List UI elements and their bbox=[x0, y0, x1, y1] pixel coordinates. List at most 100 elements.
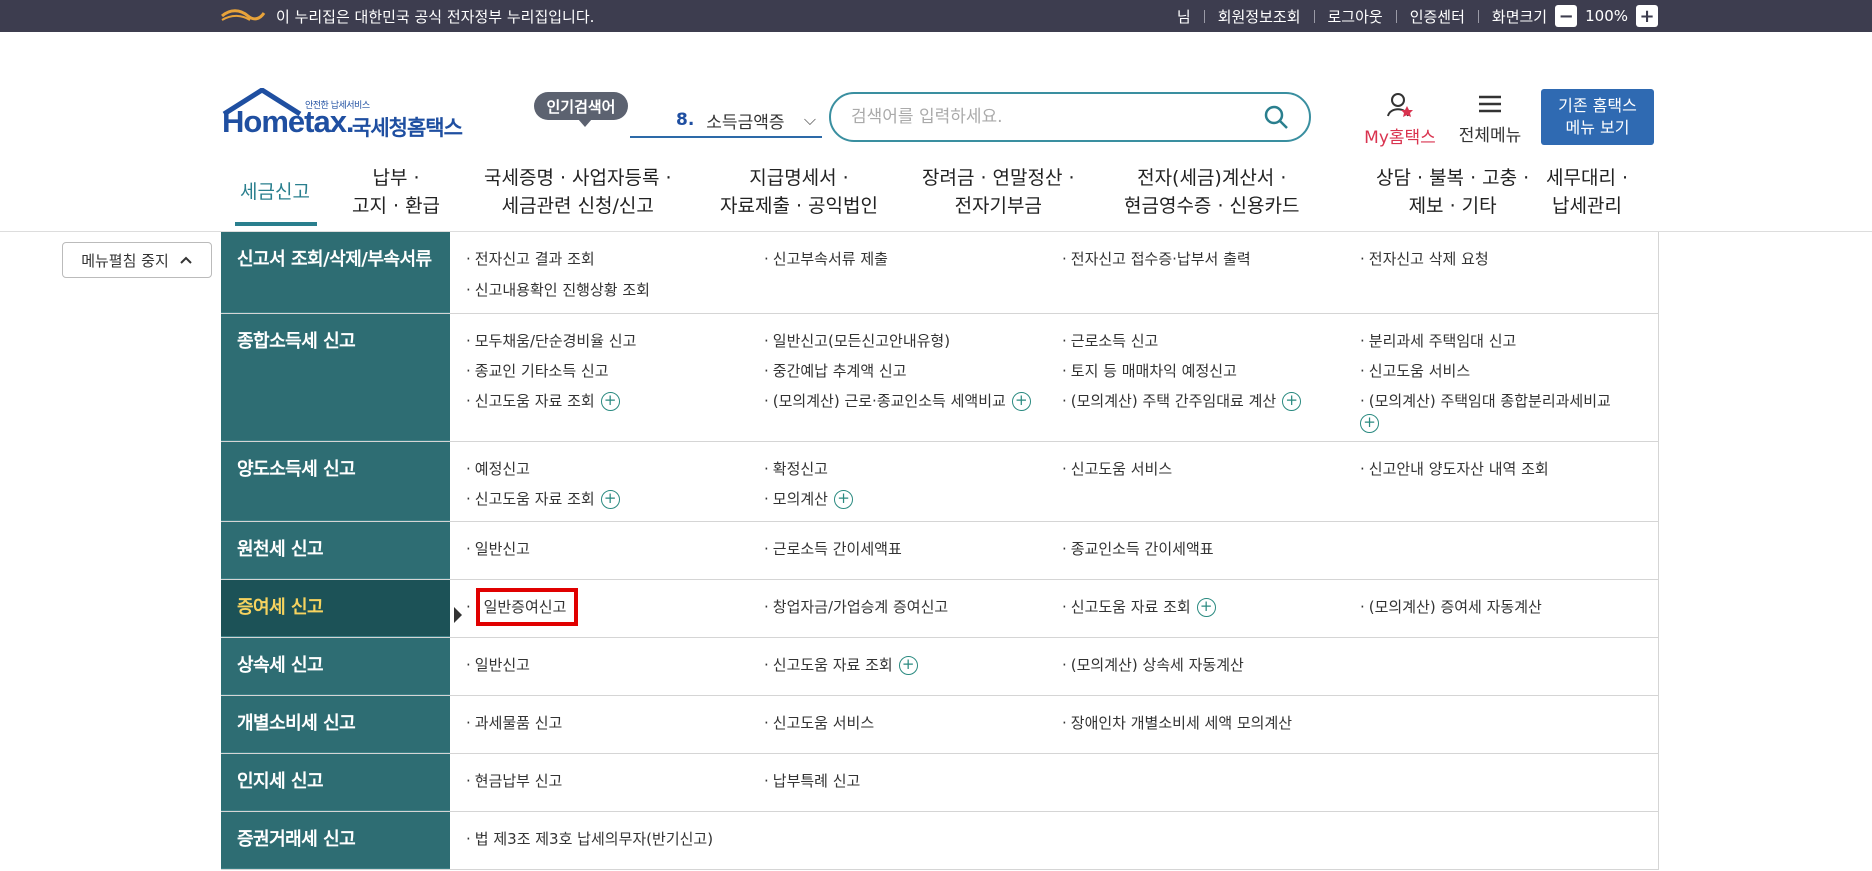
category-securities-tax[interactable]: 증권거래세 신고 bbox=[221, 812, 450, 869]
menu-item[interactable]: 납부특례 신고 bbox=[764, 766, 1062, 803]
category-excise-tax[interactable]: 개별소비세 신고 bbox=[221, 696, 450, 753]
category-stamp-tax[interactable]: 인지세 신고 bbox=[221, 754, 450, 811]
gnb-label: 세금신고 bbox=[240, 181, 310, 203]
menu-item[interactable]: 일반신고 bbox=[466, 650, 764, 687]
menu-item[interactable]: 확정신고 bbox=[764, 454, 1062, 484]
menu-item-expandable[interactable]: (모의계산) 주택 간주임대료 계산 + bbox=[1062, 386, 1360, 434]
menu-item[interactable]: 근로소득 간이세액표 bbox=[764, 534, 1062, 571]
global-nav: 세금신고 납부 · 고지 · 환급 국세증명 · 사업자등록 · 세금관련 신청… bbox=[0, 144, 1872, 232]
menu-item[interactable]: (모의계산) 상속세 자동계산 bbox=[1062, 650, 1360, 687]
menu-item-label: 신고도움 자료 조회 bbox=[474, 490, 595, 508]
menu-items: 모두채움/단순경비율 신고 일반신고(모든신고안내유형) 근로소득 신고 분리과… bbox=[450, 314, 1659, 441]
menu-item-expandable[interactable]: (모의계산) 주택임대 종합분리과세비교 + bbox=[1360, 386, 1658, 434]
search-input[interactable] bbox=[851, 107, 1263, 127]
menu-item[interactable]: 신고도움 서비스 bbox=[1360, 356, 1658, 386]
menu-item[interactable]: 신고내용확인 진행상황 조회 bbox=[466, 275, 764, 306]
category-filing-inquiry[interactable]: 신고서 조회/삭제/부속서류 bbox=[221, 232, 450, 313]
menu-item-general-gift[interactable]: 일반증여신고 bbox=[466, 588, 764, 629]
search-icon[interactable] bbox=[1263, 104, 1289, 130]
menu-item[interactable]: 신고안내 양도자산 내역 조회 bbox=[1360, 454, 1658, 484]
cert-center-link[interactable]: 인증센터 bbox=[1397, 6, 1478, 27]
menu-row: 인지세 신고 현금납부 신고 납부특례 신고 bbox=[221, 754, 1659, 812]
gnb-label: 세금관련 신청/신고 bbox=[501, 195, 654, 217]
menu-item[interactable]: 분리과세 주택임대 신고 bbox=[1360, 326, 1658, 356]
menu-items: 일반증여신고 창업자금/가업승계 증여신고 신고도움 자료 조회 + (모의계산)… bbox=[450, 580, 1659, 637]
menu-item[interactable]: 신고도움 서비스 bbox=[1062, 454, 1360, 484]
menu-item-label: (모의계산) 근로·종교인소득 세액비교 bbox=[772, 392, 1006, 410]
gnb-certificates[interactable]: 국세증명 · 사업자등록 · 세금관련 신청/신고 bbox=[484, 164, 672, 220]
gnb-label: 전자기부금 bbox=[954, 195, 1042, 217]
menu-item-expandable[interactable]: 신고도움 자료 조회 + bbox=[764, 650, 1062, 687]
user-icon bbox=[1387, 93, 1413, 117]
menu-item[interactable]: 현금납부 신고 bbox=[466, 766, 764, 803]
menu-item[interactable]: 과세물품 신고 bbox=[466, 708, 764, 745]
zoom-in-button[interactable]: + bbox=[1636, 5, 1658, 27]
menu-row-active: 증여세 신고 일반증여신고 창업자금/가업승계 증여신고 신고도움 자료 조회 +… bbox=[221, 580, 1659, 638]
category-capital-gains[interactable]: 양도소득세 신고 bbox=[221, 442, 450, 521]
plus-circle-icon[interactable]: + bbox=[833, 490, 853, 509]
menu-item[interactable]: 창업자금/가업승계 증여신고 bbox=[764, 592, 1062, 629]
old-hometax-line2: 메뉴 보기 bbox=[1565, 118, 1630, 137]
gnb-consult[interactable]: 상담 · 불복 · 고충 · 제보 · 기타 bbox=[1376, 164, 1529, 220]
menu-item[interactable]: 토지 등 매매차익 예정신고 bbox=[1062, 356, 1360, 386]
gnb-label: 국세증명 · 사업자등록 · bbox=[484, 167, 672, 189]
gnb-tax-filing[interactable]: 세금신고 bbox=[240, 178, 310, 206]
hometax-logo[interactable]: 안전한 납세서비스 Hometax. 국세청홈택스 bbox=[222, 88, 463, 148]
menu-item[interactable]: 신고부속서류 제출 bbox=[764, 244, 1062, 275]
gnb-incentives[interactable]: 장려금 · 연말정산 · 전자기부금 bbox=[922, 164, 1075, 220]
plus-circle-icon[interactable]: + bbox=[1360, 414, 1379, 433]
user-name-link[interactable]: 님 bbox=[1164, 6, 1204, 27]
gnb-label: 상담 · 불복 · 고충 · bbox=[1376, 167, 1530, 189]
menu-item[interactable]: 전자신고 삭제 요청 bbox=[1360, 244, 1658, 275]
zoom-control: 화면크기 − 100% + bbox=[1479, 5, 1658, 27]
gnb-statements[interactable]: 지급명세서 · 자료제출 · 공익법인 bbox=[720, 164, 878, 220]
menu-item[interactable]: 근로소득 신고 bbox=[1062, 326, 1360, 356]
menu-item-expandable[interactable]: 신고도움 자료 조회 + bbox=[466, 484, 764, 514]
logout-link[interactable]: 로그아웃 bbox=[1315, 6, 1396, 27]
menu-item[interactable]: 신고도움 서비스 bbox=[764, 708, 1062, 745]
menu-item[interactable]: 장애인차 개별소비세 세액 모의계산 bbox=[1062, 708, 1360, 745]
menu-item-expandable[interactable]: 신고도움 자료 조회 + bbox=[466, 386, 764, 434]
menu-item[interactable]: 법 제3조 제3호 납세의무자(반기신고) bbox=[466, 824, 764, 861]
menu-item-expandable[interactable]: (모의계산) 근로·종교인소득 세액비교 + bbox=[764, 386, 1062, 434]
menu-item[interactable]: 전자신고 접수증·납부서 출력 bbox=[1062, 244, 1360, 275]
gnb-e-invoice[interactable]: 전자(세금)계산서 · 현금영수증 · 신용카드 bbox=[1124, 164, 1299, 220]
hamburger-icon bbox=[1479, 95, 1501, 113]
category-inheritance-tax[interactable]: 상속세 신고 bbox=[221, 638, 450, 695]
all-menu-button[interactable]: 전체메뉴 bbox=[1455, 92, 1525, 146]
plus-circle-icon[interactable]: + bbox=[1196, 598, 1216, 617]
menu-item[interactable]: 일반신고 bbox=[466, 534, 764, 571]
menu-item[interactable]: 일반신고(모든신고안내유형) bbox=[764, 326, 1062, 356]
menu-item[interactable]: 전자신고 결과 조회 bbox=[466, 244, 764, 275]
menu-item-label: (모의계산) 주택 간주임대료 계산 bbox=[1070, 392, 1277, 410]
gnb-payment[interactable]: 납부 · 고지 · 환급 bbox=[352, 164, 440, 220]
category-gift-tax[interactable]: 증여세 신고 bbox=[221, 580, 450, 637]
chevron-up-icon bbox=[180, 256, 192, 264]
gov-notice-text: 이 누리집은 대한민국 공식 전자정부 누리집입니다. bbox=[276, 7, 595, 26]
menu-expand-stop-button[interactable]: 메뉴펼침 중지 bbox=[62, 242, 212, 278]
plus-circle-icon[interactable]: + bbox=[898, 656, 918, 675]
plus-circle-icon[interactable]: + bbox=[1011, 392, 1031, 411]
my-hometax-button[interactable]: My홈택스 bbox=[1360, 92, 1440, 148]
rank-number: 8. bbox=[676, 110, 695, 130]
member-info-link[interactable]: 회원정보조회 bbox=[1205, 6, 1314, 27]
general-gift-filing-link[interactable]: 일반증여신고 bbox=[475, 588, 579, 626]
menu-item[interactable]: 예정신고 bbox=[466, 454, 764, 484]
menu-item-expandable[interactable]: 신고도움 자료 조회 + bbox=[1062, 592, 1360, 629]
category-income-tax[interactable]: 종합소득세 신고 bbox=[221, 314, 450, 441]
menu-item-expandable[interactable]: 모의계산 + bbox=[764, 484, 1062, 514]
menu-item[interactable]: 종교인소득 간이세액표 bbox=[1062, 534, 1360, 571]
menu-item[interactable]: 모두채움/단순경비율 신고 bbox=[466, 326, 764, 356]
old-hometax-button[interactable]: 기존 홈택스 메뉴 보기 bbox=[1541, 89, 1654, 145]
zoom-out-button[interactable]: − bbox=[1555, 5, 1578, 27]
menu-item[interactable]: 중간예납 추계액 신고 bbox=[764, 356, 1062, 386]
menu-item[interactable]: (모의계산) 증여세 자동계산 bbox=[1360, 592, 1658, 629]
gnb-label: 지급명세서 · bbox=[749, 167, 849, 189]
gnb-tax-agent[interactable]: 세무대리 · 납세관리 bbox=[1546, 164, 1628, 220]
popular-search-dropdown[interactable]: 8. 소득금액증 ⌵ bbox=[630, 104, 822, 138]
plus-circle-icon[interactable]: + bbox=[1282, 392, 1302, 411]
menu-item[interactable]: 종교인 기타소득 신고 bbox=[466, 356, 764, 386]
category-withholding[interactable]: 원천세 신고 bbox=[221, 522, 450, 579]
plus-circle-icon[interactable]: + bbox=[600, 490, 620, 509]
plus-circle-icon[interactable]: + bbox=[600, 392, 620, 411]
